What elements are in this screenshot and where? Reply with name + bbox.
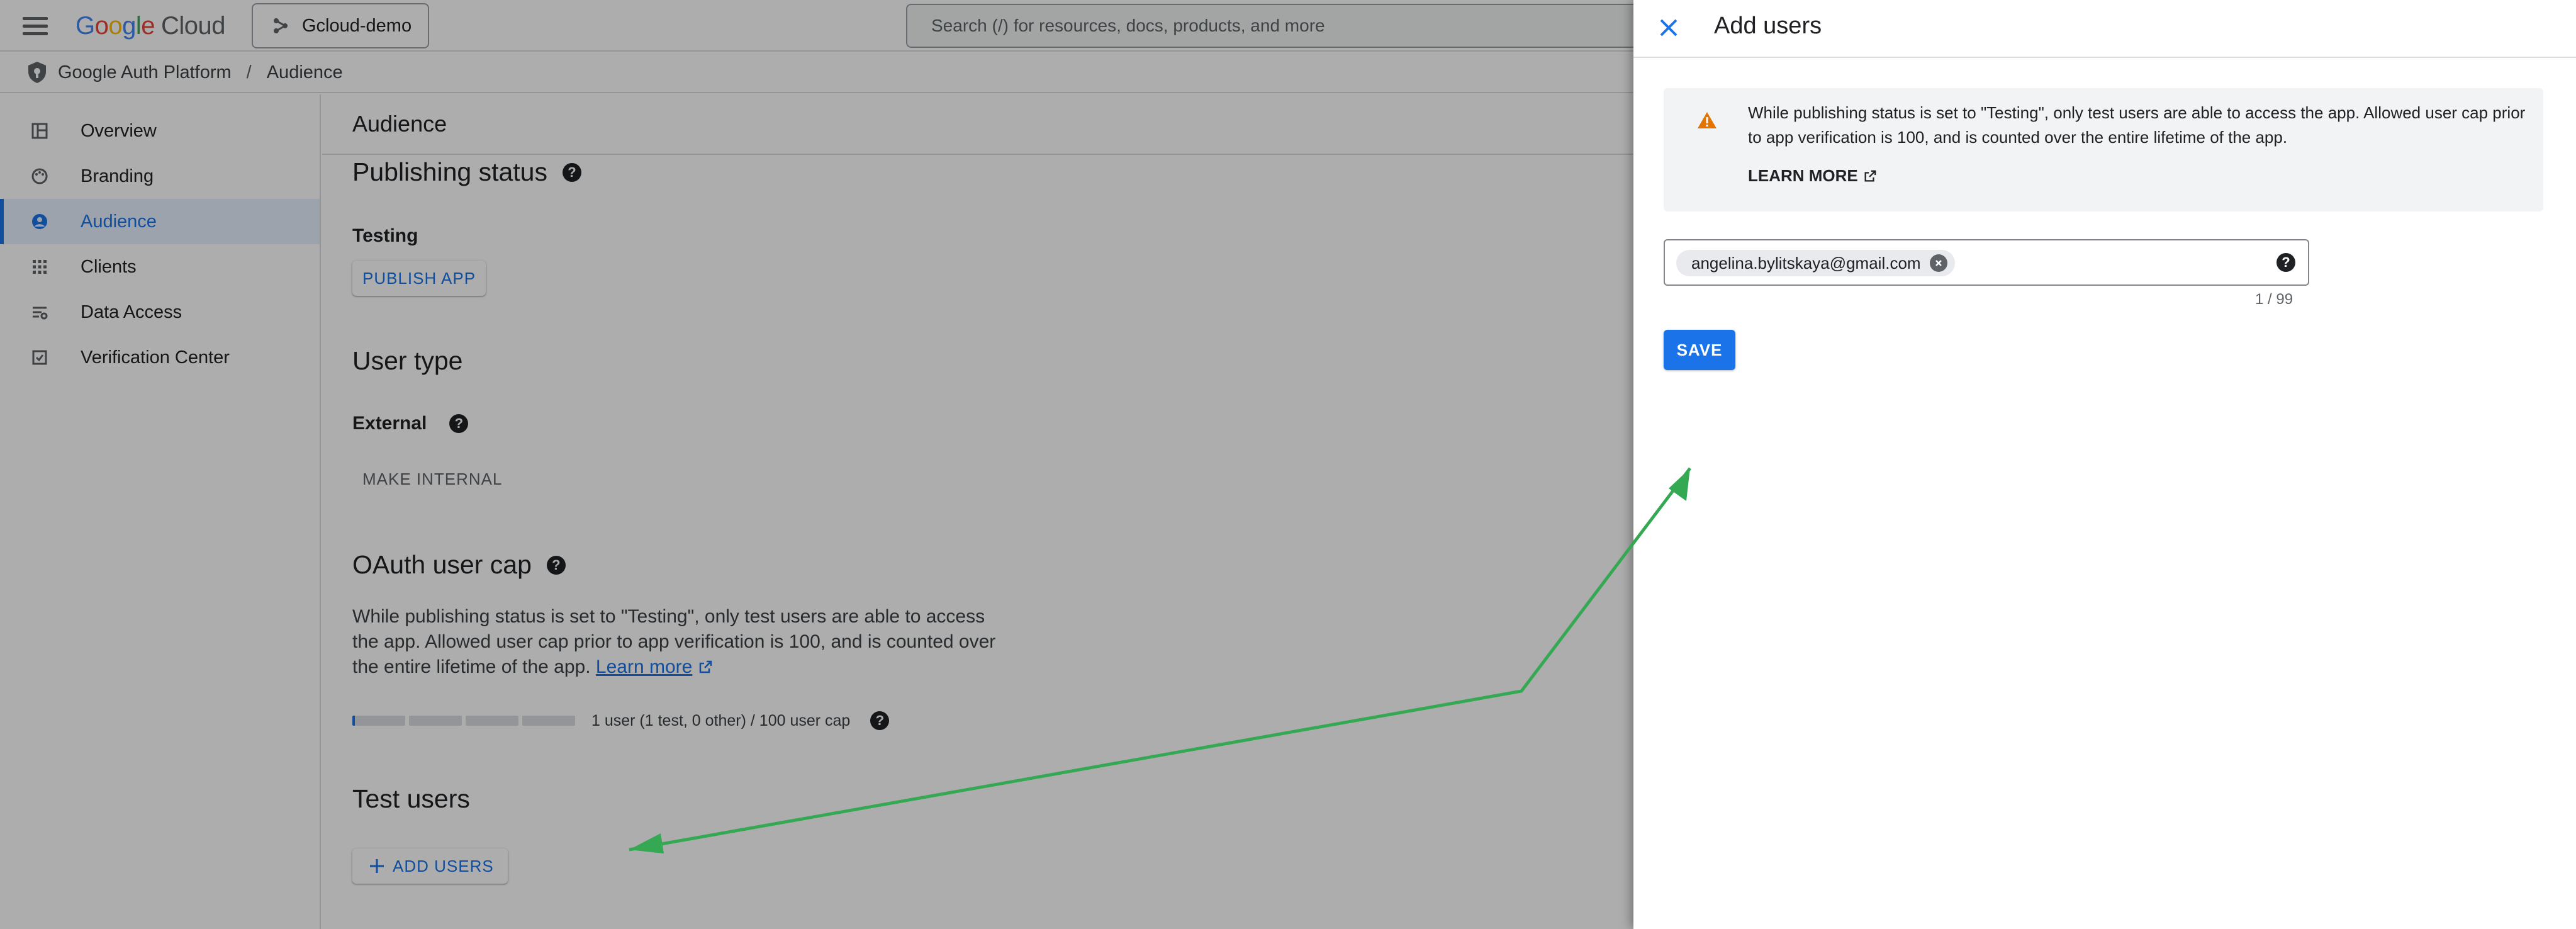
page-title: Audience bbox=[352, 111, 447, 137]
user-cap-progress-bar bbox=[352, 716, 575, 726]
learn-more-label: LEARN MORE bbox=[1748, 166, 1858, 185]
project-picker-button[interactable]: Gcloud-demo bbox=[252, 3, 429, 48]
close-icon[interactable] bbox=[1656, 15, 1681, 40]
sidebar-item-label: Branding bbox=[81, 166, 154, 186]
email-counter: 1 / 99 bbox=[2255, 291, 2293, 308]
add-users-button[interactable]: ADD USERS bbox=[352, 848, 508, 884]
panel-header: Add users bbox=[1633, 0, 2576, 58]
publishing-status-value: Testing bbox=[352, 225, 418, 247]
sidebar-item-branding[interactable]: Branding bbox=[0, 154, 320, 199]
project-name: Gcloud-demo bbox=[302, 15, 412, 36]
dashboard-icon bbox=[30, 121, 49, 140]
section-heading-text: User type bbox=[352, 346, 463, 375]
sidebar-item-label: Clients bbox=[81, 256, 137, 277]
user-cap-description: While publishing status is set to "Testi… bbox=[352, 604, 1013, 680]
email-chip-label: angelina.bylitskaya@gmail.com bbox=[1691, 253, 1921, 273]
plus-icon bbox=[370, 859, 384, 873]
publishing-status-heading: Publishing status ? bbox=[352, 157, 581, 187]
sidebar-item-audience[interactable]: Audience bbox=[0, 199, 320, 244]
testing-notice: While publishing status is set to "Testi… bbox=[1664, 88, 2543, 211]
button-label: ADD USERS bbox=[393, 856, 494, 876]
email-input[interactable]: angelina.bylitskaya@gmail.com ? bbox=[1664, 239, 2309, 286]
test-users-heading: Test users bbox=[352, 784, 470, 814]
make-internal-button[interactable]: MAKE INTERNAL bbox=[362, 470, 503, 489]
sidebar-item-data-access[interactable]: Data Access bbox=[0, 290, 320, 335]
button-label: MAKE INTERNAL bbox=[362, 470, 503, 488]
help-icon[interactable]: ? bbox=[546, 555, 566, 575]
add-users-panel: Add users While publishing status is set… bbox=[1633, 0, 2576, 929]
panel-title: Add users bbox=[1714, 13, 1822, 39]
remove-chip-icon[interactable] bbox=[1929, 254, 1947, 272]
shield-icon bbox=[28, 62, 46, 83]
sidebar-item-clients[interactable]: Clients bbox=[0, 244, 320, 290]
learn-more-link[interactable]: LEARN MORE bbox=[1748, 166, 1877, 186]
tune-icon bbox=[30, 303, 49, 322]
section-heading-text: Test users bbox=[352, 784, 470, 813]
section-heading-text: Publishing status bbox=[352, 157, 547, 186]
learn-more-link[interactable]: Learn more bbox=[596, 656, 692, 677]
external-link-icon bbox=[699, 660, 712, 673]
user-type-value: External ? bbox=[352, 413, 469, 434]
button-label: PUBLISH APP bbox=[362, 268, 476, 288]
user-type-heading: User type bbox=[352, 346, 462, 376]
user-cap-usage: 1 user (1 test, 0 other) / 100 user cap … bbox=[352, 711, 890, 730]
search-input[interactable]: Search (/) for resources, docs, products… bbox=[906, 4, 1661, 48]
save-button[interactable]: SAVE bbox=[1664, 330, 1735, 370]
sidebar-item-label: Overview bbox=[81, 120, 157, 141]
sidebar-item-label: Audience bbox=[81, 211, 157, 232]
user-cap-heading: OAuth user cap ? bbox=[352, 550, 566, 580]
help-icon[interactable]: ? bbox=[2276, 253, 2295, 272]
sidebar-item-label: Verification Center bbox=[81, 347, 230, 368]
palette-icon bbox=[30, 167, 49, 186]
status-text: Testing bbox=[352, 225, 418, 246]
help-icon[interactable]: ? bbox=[562, 162, 581, 182]
project-hub-icon bbox=[274, 18, 288, 33]
publish-app-button[interactable]: PUBLISH APP bbox=[352, 261, 486, 296]
email-chip: angelina.bylitskaya@gmail.com bbox=[1676, 250, 1955, 276]
sidebar-item-verification-center[interactable]: Verification Center bbox=[0, 335, 320, 380]
google-cloud-logo[interactable]: Google Cloud bbox=[76, 10, 226, 42]
sidebar-item-overview[interactable]: Overview bbox=[0, 108, 320, 154]
help-icon[interactable]: ? bbox=[870, 711, 890, 730]
user-type-text: External bbox=[352, 413, 427, 434]
checkbox-icon bbox=[30, 348, 49, 367]
menu-icon[interactable] bbox=[23, 17, 48, 36]
grid-icon bbox=[30, 257, 49, 276]
sidebar: Overview Branding Audience Clients Data … bbox=[0, 94, 321, 929]
button-label: SAVE bbox=[1676, 340, 1723, 359]
external-link-icon bbox=[1864, 170, 1876, 181]
sidebar-item-label: Data Access bbox=[81, 301, 182, 322]
help-icon[interactable]: ? bbox=[449, 414, 469, 433]
breadcrumb-current: Audience bbox=[266, 62, 343, 82]
search-placeholder: Search (/) for resources, docs, products… bbox=[931, 16, 1325, 35]
notice-text: While publishing status is set to "Testi… bbox=[1748, 103, 2526, 147]
section-heading-text: OAuth user cap bbox=[352, 550, 532, 579]
breadcrumb-separator: / bbox=[246, 62, 252, 82]
warning-icon bbox=[1698, 112, 1716, 128]
breadcrumb-platform[interactable]: Google Auth Platform bbox=[58, 62, 232, 83]
person-icon bbox=[30, 212, 49, 231]
user-cap-usage-text: 1 user (1 test, 0 other) / 100 user cap bbox=[591, 711, 851, 729]
